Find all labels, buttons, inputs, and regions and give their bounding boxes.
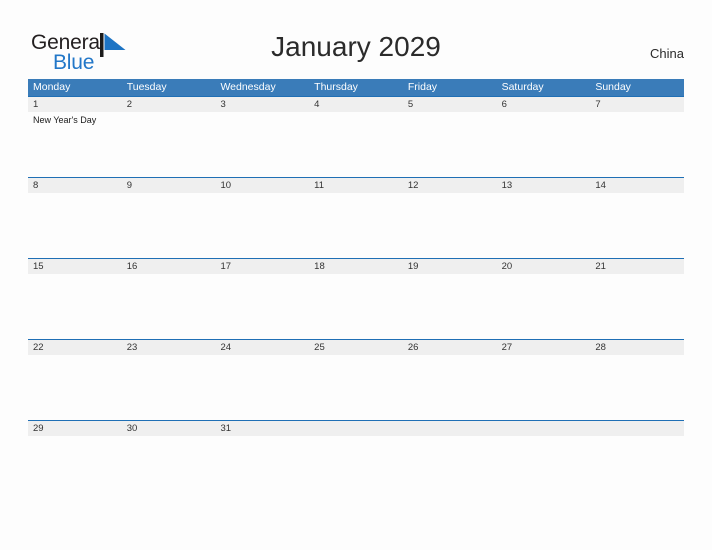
- week-row: 22 23 24 25 26 27 28: [28, 339, 684, 420]
- week-row: 29 30 31: [28, 420, 684, 468]
- day-cell[interactable]: [122, 193, 216, 257]
- date-number[interactable]: 16: [122, 259, 216, 274]
- dow-wednesday: Wednesday: [220, 81, 276, 93]
- day-cell[interactable]: [215, 436, 309, 467]
- event-label: New Year's Day: [33, 115, 97, 125]
- day-cell[interactable]: [122, 355, 216, 419]
- date-number[interactable]: 21: [590, 259, 684, 274]
- date-number[interactable]: 14: [590, 178, 684, 193]
- day-cell[interactable]: [215, 193, 309, 257]
- date-number[interactable]: 19: [403, 259, 497, 274]
- dow-friday: Friday: [407, 81, 438, 93]
- week-event-band: [28, 274, 684, 338]
- day-cell[interactable]: [497, 112, 591, 176]
- page-header: General Blue January 2029 China: [0, 0, 712, 79]
- dow-thursday: Thursday: [314, 81, 358, 93]
- dow-sunday: Sunday: [595, 81, 631, 93]
- week-event-band: [28, 436, 684, 467]
- day-cell[interactable]: [403, 274, 497, 338]
- date-number[interactable]: 18: [309, 259, 403, 274]
- week-event-band: [28, 355, 684, 419]
- dow-tuesday: Tuesday: [126, 81, 167, 93]
- day-cell[interactable]: [497, 274, 591, 338]
- day-cell[interactable]: [28, 274, 122, 338]
- date-number[interactable]: 27: [497, 340, 591, 355]
- day-cell[interactable]: [590, 193, 684, 257]
- date-number[interactable]: 4: [309, 97, 403, 112]
- date-number[interactable]: 30: [122, 421, 216, 436]
- day-cell: [309, 436, 403, 467]
- week-row: 1 2 3 4 5 6 7 New Year's Day: [28, 96, 684, 177]
- day-cell[interactable]: [403, 355, 497, 419]
- date-number: [403, 421, 497, 436]
- week-date-band: 8 9 10 11 12 13 14: [28, 178, 684, 193]
- date-number[interactable]: 24: [215, 340, 309, 355]
- day-cell[interactable]: [28, 193, 122, 257]
- page-title: January 2029: [271, 31, 441, 62]
- day-cell[interactable]: [122, 274, 216, 338]
- day-cell[interactable]: [309, 193, 403, 257]
- date-number[interactable]: 5: [403, 97, 497, 112]
- date-number[interactable]: 6: [497, 97, 591, 112]
- day-cell[interactable]: [497, 193, 591, 257]
- date-number: [309, 421, 403, 436]
- date-number[interactable]: 17: [215, 259, 309, 274]
- day-cell[interactable]: [28, 436, 122, 467]
- date-number[interactable]: 10: [215, 178, 309, 193]
- date-number[interactable]: 25: [309, 340, 403, 355]
- week-date-band: 22 23 24 25 26 27 28: [28, 340, 684, 355]
- date-number[interactable]: 13: [497, 178, 591, 193]
- date-number[interactable]: 1: [28, 97, 122, 112]
- day-cell[interactable]: [215, 112, 309, 176]
- day-cell[interactable]: [403, 193, 497, 257]
- date-number[interactable]: 23: [122, 340, 216, 355]
- region-label: China: [650, 46, 684, 61]
- calendar-page: General Blue January 2029 China Monday T…: [0, 0, 712, 550]
- day-cell: [497, 436, 591, 467]
- date-number[interactable]: 11: [309, 178, 403, 193]
- day-cell[interactable]: [122, 112, 216, 176]
- week-date-band: 15 16 17 18 19 20 21: [28, 259, 684, 274]
- date-number[interactable]: 22: [28, 340, 122, 355]
- day-cell[interactable]: [590, 274, 684, 338]
- week-event-band: New Year's Day: [28, 112, 684, 176]
- day-cell[interactable]: [28, 355, 122, 419]
- date-number[interactable]: 2: [122, 97, 216, 112]
- day-cell[interactable]: New Year's Day: [28, 112, 122, 176]
- day-cell[interactable]: [215, 274, 309, 338]
- date-number[interactable]: 28: [590, 340, 684, 355]
- dow-monday: Monday: [33, 81, 71, 93]
- date-number[interactable]: 9: [122, 178, 216, 193]
- day-cell[interactable]: [309, 274, 403, 338]
- date-number[interactable]: 31: [215, 421, 309, 436]
- date-number[interactable]: 7: [590, 97, 684, 112]
- day-cell[interactable]: [590, 355, 684, 419]
- day-cell[interactable]: [309, 112, 403, 176]
- day-cell[interactable]: [403, 112, 497, 176]
- calendar-grid: Monday Tuesday Wednesday Thursday Friday…: [28, 79, 684, 468]
- week-event-band: [28, 193, 684, 257]
- date-number[interactable]: 20: [497, 259, 591, 274]
- date-number: [497, 421, 591, 436]
- day-cell[interactable]: [309, 355, 403, 419]
- date-number[interactable]: 15: [28, 259, 122, 274]
- day-cell: [590, 436, 684, 467]
- day-cell[interactable]: [497, 355, 591, 419]
- week-row: 8 9 10 11 12 13 14: [28, 177, 684, 258]
- day-cell[interactable]: [215, 355, 309, 419]
- date-number[interactable]: 3: [215, 97, 309, 112]
- week-row: 15 16 17 18 19 20 21: [28, 258, 684, 339]
- week-date-band: 29 30 31: [28, 421, 684, 436]
- dow-saturday: Saturday: [501, 81, 544, 93]
- day-cell[interactable]: [122, 436, 216, 467]
- date-number[interactable]: 26: [403, 340, 497, 355]
- date-number[interactable]: 29: [28, 421, 122, 436]
- date-number: [590, 421, 684, 436]
- day-cell: [403, 436, 497, 467]
- week-date-band: 1 2 3 4 5 6 7: [28, 97, 684, 112]
- day-of-week-header: Monday Tuesday Wednesday Thursday Friday…: [28, 79, 684, 96]
- date-number[interactable]: 8: [28, 178, 122, 193]
- date-number[interactable]: 12: [403, 178, 497, 193]
- day-cell[interactable]: [590, 112, 684, 176]
